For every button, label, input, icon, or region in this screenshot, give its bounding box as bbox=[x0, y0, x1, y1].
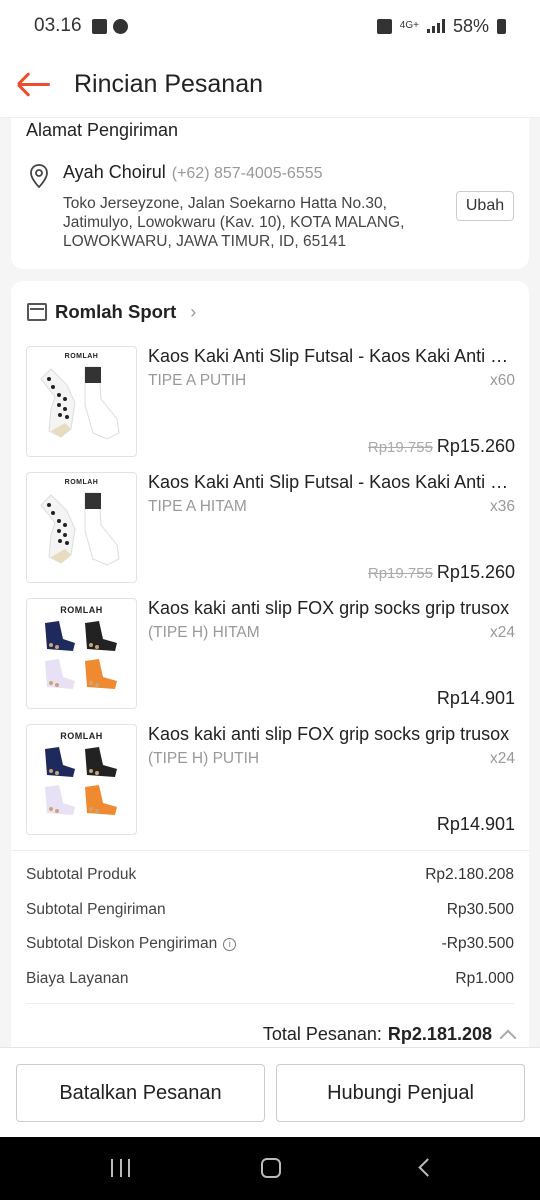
location-pin-icon bbox=[30, 164, 48, 188]
address-line-2: Jatimulyo, Lowokwaru (Kav. 10), KOTA MAL… bbox=[63, 214, 405, 231]
original-price: Rp19.755 bbox=[367, 439, 433, 456]
summary-row-shipping-discount: Subtotal Diskon Pengiriman i -Rp30.500 bbox=[26, 935, 514, 953]
product-price: Rp19.755 Rp15.260 bbox=[368, 562, 515, 583]
back-icon[interactable] bbox=[418, 1158, 437, 1177]
order-item[interactable]: ROMLAH Kaos kaki anti slip FOX grip sock… bbox=[26, 598, 516, 710]
final-price: Rp14.901 bbox=[436, 688, 515, 708]
product-thumbnail: ROMLAH bbox=[26, 472, 137, 583]
summary-value: Rp30.500 bbox=[446, 901, 514, 918]
product-quantity: x24 bbox=[490, 750, 515, 767]
product-thumbnail: ROMLAH bbox=[26, 724, 137, 835]
divider bbox=[26, 1003, 514, 1004]
gallery-icon bbox=[91, 18, 107, 34]
status-time: 03.16 bbox=[34, 15, 82, 36]
shop-name: Romlah Sport bbox=[55, 301, 177, 322]
product-name: Kaos Kaki Anti Slip Futsal - Kaos Kaki A… bbox=[148, 472, 514, 492]
order-item[interactable]: ROMLAH Kaos Kaki Anti Slip Futsal - Kaos… bbox=[26, 346, 516, 458]
summary-label: Subtotal Produk bbox=[26, 866, 137, 883]
total-label: Total Pesanan: bbox=[262, 1024, 382, 1044]
home-icon[interactable] bbox=[261, 1158, 281, 1178]
store-icon bbox=[27, 303, 47, 321]
address-text: Toko Jerseyzone, Jalan Soekarno Hatta No… bbox=[63, 194, 423, 251]
product-thumbnail: ROMLAH bbox=[26, 598, 137, 709]
recipient-phone: (+62) 857-4005-6555 bbox=[171, 165, 323, 182]
contact-seller-button[interactable]: Hubungi Penjual bbox=[276, 1064, 525, 1122]
summary-row-service-fee: Biaya Layanan Rp1.000 bbox=[26, 970, 514, 988]
product-quantity: x36 bbox=[490, 498, 515, 515]
product-thumbnail: ROMLAH bbox=[26, 346, 137, 457]
summary-label-wrap: Subtotal Diskon Pengiriman i bbox=[26, 935, 237, 953]
order-card: Romlah Sport › ROMLAH Kaos Kaki Anti Sli… bbox=[11, 281, 529, 1061]
product-variant: TIPE A HITAM bbox=[148, 498, 247, 515]
recipient-name: Ayah Choirul bbox=[63, 162, 166, 182]
product-name: Kaos Kaki Anti Slip Futsal - Kaos Kaki A… bbox=[148, 346, 514, 366]
product-name: Kaos kaki anti slip FOX grip socks grip … bbox=[148, 598, 510, 618]
final-price: Rp15.260 bbox=[436, 562, 515, 582]
network-type: 4G+ bbox=[399, 20, 419, 31]
battery-percent: 58% bbox=[452, 15, 489, 36]
summary-row-subtotal-shipping: Subtotal Pengiriman Rp30.500 bbox=[26, 901, 514, 919]
original-price: Rp19.755 bbox=[367, 565, 433, 582]
signal-icon bbox=[426, 19, 445, 33]
product-name: Kaos kaki anti slip FOX grip socks grip … bbox=[148, 724, 510, 744]
status-right: 4G+ 58% bbox=[376, 15, 506, 37]
final-price: Rp14.901 bbox=[436, 814, 515, 834]
address-card: Alamat Pengiriman Ayah Choirul (+62) 857-… bbox=[11, 118, 529, 269]
notification-icons bbox=[91, 18, 128, 34]
bottom-action-bar: Batalkan Pesanan Hubungi Penjual bbox=[0, 1047, 540, 1137]
recipient-line: Ayah Choirul (+62) 857-4005-6555 bbox=[63, 162, 323, 183]
order-item[interactable]: ROMLAH Kaos kaki anti slip FOX grip sock… bbox=[26, 724, 516, 836]
system-nav-bar bbox=[0, 1137, 540, 1200]
total-value: Rp2.181.208 bbox=[387, 1024, 492, 1044]
address-line-3: LOWOKWARU, JAWA TIMUR, ID, 65141 bbox=[63, 233, 347, 250]
summary-value: Rp1.000 bbox=[455, 970, 514, 987]
summary-row-subtotal-product: Subtotal Produk Rp2.180.208 bbox=[26, 866, 514, 884]
final-price: Rp15.260 bbox=[436, 436, 515, 456]
page-title: Rincian Pesanan bbox=[74, 70, 264, 98]
info-icon[interactable]: i bbox=[223, 938, 237, 951]
chevron-up-icon bbox=[499, 1029, 517, 1046]
product-variant: (TIPE H) HITAM bbox=[148, 624, 260, 641]
product-quantity: x24 bbox=[490, 624, 515, 641]
summary-label: Subtotal Pengiriman bbox=[26, 901, 166, 918]
product-price: Rp14.901 bbox=[437, 814, 515, 835]
divider bbox=[11, 850, 529, 851]
summary-value: Rp2.180.208 bbox=[425, 866, 514, 883]
summary-label: Biaya Layanan bbox=[26, 970, 129, 987]
product-price: Rp19.755 Rp15.260 bbox=[368, 436, 515, 457]
back-arrow-icon[interactable] bbox=[4, 52, 68, 118]
shop-header[interactable]: Romlah Sport › bbox=[27, 301, 196, 323]
product-variant: TIPE A PUTIH bbox=[148, 372, 247, 389]
order-item[interactable]: ROMLAH Kaos Kaki Anti Slip Futsal - Kaos… bbox=[26, 472, 516, 584]
summary-label: Subtotal Diskon Pengiriman bbox=[26, 935, 218, 952]
summary-value: -Rp30.500 bbox=[441, 935, 514, 952]
battery-icon bbox=[497, 18, 506, 34]
order-total-row[interactable]: Total Pesanan: Rp2.181.208 bbox=[262, 1024, 517, 1046]
app-bar: Rincian Pesanan bbox=[0, 52, 540, 118]
product-variant: (TIPE H) PUTIH bbox=[148, 750, 260, 767]
recent-apps-icon[interactable] bbox=[111, 1159, 130, 1177]
cancel-order-button[interactable]: Batalkan Pesanan bbox=[16, 1064, 265, 1122]
product-quantity: x60 bbox=[490, 372, 515, 389]
address-section-title: Alamat Pengiriman bbox=[26, 120, 179, 140]
address-line-1: Toko Jerseyzone, Jalan Soekarno Hatta No… bbox=[63, 195, 387, 212]
soccer-ball-icon bbox=[112, 18, 128, 34]
change-address-button[interactable]: Ubah bbox=[456, 191, 514, 221]
status-bar: 03.16 4G+ 58% bbox=[0, 0, 540, 52]
vpn-icon bbox=[376, 18, 392, 34]
chevron-right-icon: › bbox=[190, 301, 197, 322]
product-price: Rp14.901 bbox=[437, 688, 515, 709]
